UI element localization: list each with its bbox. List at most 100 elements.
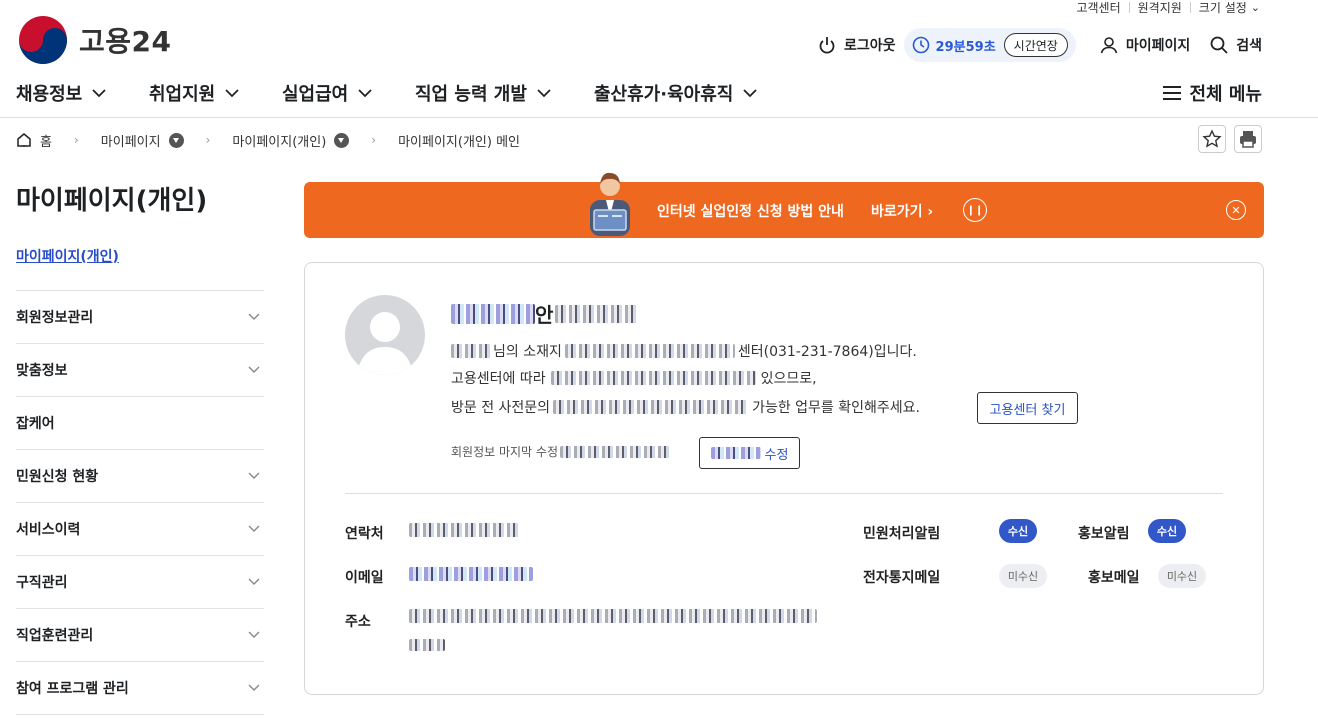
korea-emblem-icon	[19, 16, 67, 64]
info-text: 님의 소재지	[493, 344, 562, 360]
gnb-label: 취업지원	[149, 84, 216, 105]
chevron-down-icon	[248, 525, 260, 532]
greeting-text: 안	[535, 303, 554, 327]
dropdown-icon[interactable]	[334, 132, 350, 148]
header-actions: 로그아웃 29분59초 시간연장 마이페이지 검색	[818, 28, 1262, 62]
sidebar-item-label: 서비스이력	[16, 522, 81, 538]
chevron-right-icon: ›	[73, 133, 79, 147]
chevron-down-icon	[92, 88, 106, 97]
chevron-right-icon: ›	[205, 133, 211, 147]
sidebar-item-label: 잡케어	[16, 416, 55, 432]
promo-mail-label: 홍보메일	[1088, 570, 1140, 586]
banner-shortcut-link[interactable]: 바로가기 ›	[871, 201, 933, 221]
masked-email	[409, 567, 533, 581]
find-center-button[interactable]: 고용센터 찾기	[977, 392, 1078, 424]
divider	[1189, 1, 1191, 13]
power-icon	[819, 37, 835, 54]
remote-support-link[interactable]: 원격지원	[1138, 0, 1182, 16]
gnb-item-skills-development[interactable]: 직업 능력 개발	[415, 80, 551, 106]
mypage-button[interactable]: 마이페이지	[1100, 35, 1190, 55]
gnb-item-jobs[interactable]: 채용정보	[16, 80, 106, 106]
gnb-label: 채용정보	[16, 84, 83, 105]
dropdown-icon[interactable]	[168, 132, 184, 148]
center-info-line2: 고용센터에 따라 있으므로,	[451, 368, 817, 388]
chevron-down-icon	[248, 684, 260, 691]
divider	[1128, 1, 1130, 13]
pause-icon[interactable]: ❙❙	[963, 198, 987, 222]
hamburger-icon	[1163, 86, 1182, 100]
sidebar-item-training[interactable]: 직업훈련관리	[16, 609, 264, 662]
gnb-item-unemployment-benefits[interactable]: 실업급여	[282, 80, 372, 106]
banner-message[interactable]: 인터넷 실업인정 신청 방법 안내	[657, 201, 844, 221]
sidebar-item-programs[interactable]: 참여 프로그램 관리	[16, 662, 264, 715]
favorite-button[interactable]	[1198, 125, 1226, 153]
gnb-item-employment-support[interactable]: 취업지원	[149, 80, 239, 106]
greeting: 안	[451, 299, 640, 328]
avatar	[345, 295, 425, 375]
last-modified: 회원정보 마지막 수정	[451, 443, 672, 460]
search-label: 검색	[1236, 38, 1262, 54]
gnb-item-parental-leave[interactable]: 출산휴가·육아휴직	[594, 80, 757, 106]
sidebar-item-custom-info[interactable]: 맞춤정보	[16, 344, 264, 397]
sidebar-item-label: 맞춤정보	[16, 363, 68, 379]
masked-text	[710, 447, 761, 459]
breadcrumb: 홈 › 마이페이지 › 마이페이지(개인) › 마이페이지(개인) 메인	[16, 130, 520, 150]
promo-mail-badge: 미수신	[1158, 564, 1206, 588]
sidebar-item-job-seeking[interactable]: 구직관리	[16, 556, 264, 609]
info-text: 센터(031-231-7864)입니다.	[737, 344, 917, 360]
search-icon	[1210, 36, 1228, 54]
presenter-illustration	[590, 172, 630, 236]
profile-card: 안 님의 소재지 센터(031-231-7864)입니다. 고용센터에 따라 있…	[304, 262, 1264, 695]
masked-text	[550, 371, 756, 385]
promo-alert-badge: 수신	[1148, 519, 1186, 543]
sidebar-item-member-info[interactable]: 회원정보관리	[16, 291, 264, 344]
font-size-setting[interactable]: 크기 설정	[1199, 0, 1247, 16]
logout-label: 로그아웃	[844, 38, 896, 54]
gnb-label: 실업급여	[282, 84, 349, 105]
center-info-line3: 방문 전 사전문의 가능한 업무를 확인해주세요.	[451, 397, 920, 417]
last-modified-label: 회원정보 마지막 수정	[451, 445, 558, 459]
gnb-label: 출산휴가·육아휴직	[594, 84, 734, 105]
sidebar-current-link[interactable]: 마이페이지(개인)	[16, 246, 119, 266]
breadcrumb-home[interactable]: 홈	[40, 131, 52, 150]
extend-session-button[interactable]: 시간연장	[1003, 33, 1068, 57]
chevron-down-icon	[248, 472, 260, 479]
edit-profile-button[interactable]: 수정	[699, 437, 800, 469]
chevron-down-icon	[358, 88, 372, 97]
timer-value: 29분59초	[935, 39, 996, 55]
breadcrumb-level1[interactable]: 마이페이지	[101, 131, 161, 150]
promo-alert-label: 홍보알림	[1078, 526, 1130, 542]
customer-center-link[interactable]: 고객센터	[1076, 0, 1120, 16]
gnb-label: 직업 능력 개발	[415, 84, 527, 105]
civil-alert-badge: 수신	[999, 519, 1037, 543]
breadcrumb-level2[interactable]: 마이페이지(개인)	[232, 131, 326, 150]
chevron-down-icon	[248, 631, 260, 638]
close-icon[interactable]: ✕	[1226, 200, 1246, 220]
logo-text: 고용24	[79, 25, 172, 58]
search-button[interactable]: 검색	[1210, 35, 1262, 55]
masked-contact	[409, 523, 521, 537]
masked-name	[451, 303, 535, 324]
info-text: 가능한 업무를 확인해주세요.	[752, 400, 920, 416]
sidebar-item-label: 직업훈련관리	[16, 628, 94, 644]
sidebar-item-jobcare[interactable]: 잡케어	[16, 397, 264, 450]
user-silhouette-icon	[357, 312, 413, 375]
sidebar-item-petition-status[interactable]: 민원신청 현황	[16, 450, 264, 503]
print-button[interactable]	[1234, 125, 1262, 153]
chevron-right-icon: ›	[927, 204, 934, 220]
logo[interactable]: 고용24	[17, 14, 172, 66]
breadcrumb-current: 마이페이지(개인) 메인	[398, 134, 521, 150]
chevron-down-icon	[743, 88, 757, 97]
all-menu-button[interactable]: 전체 메뉴	[1163, 80, 1262, 106]
banner-link-label: 바로가기	[871, 204, 923, 220]
home-icon	[17, 133, 31, 147]
masked-text	[553, 400, 750, 414]
email-label: 이메일	[345, 570, 384, 586]
edit-label: 수정	[764, 447, 789, 463]
sidebar-item-service-history[interactable]: 서비스이력	[16, 503, 264, 556]
logout-button[interactable]: 로그아웃	[818, 35, 896, 55]
printer-icon	[1240, 131, 1256, 148]
user-icon	[1100, 37, 1118, 54]
info-text: 고용센터에 따라	[451, 371, 546, 387]
civil-alert-label: 민원처리알림	[863, 526, 941, 542]
